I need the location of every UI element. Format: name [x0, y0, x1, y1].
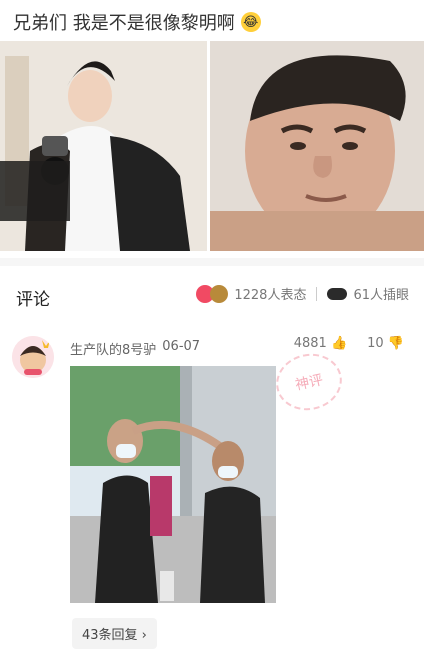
post-image-right[interactable]: [210, 41, 424, 251]
post-image-right-art: [210, 41, 424, 251]
section-separator: [0, 258, 424, 266]
comments-stats[interactable]: 1228人表态 61人插眼: [196, 284, 409, 303]
post-title-text: 兄弟们 我是不是很像黎明啊: [13, 13, 235, 34]
viewers-count: 61人插眼: [353, 288, 409, 303]
comment-image[interactable]: [70, 366, 276, 603]
dislike-count: 10: [367, 336, 384, 351]
rolling-laughing-icon: 😂: [240, 12, 261, 32]
post-image-left[interactable]: [0, 41, 207, 251]
replies-label: 43条回复 ›: [82, 628, 147, 643]
replies-button[interactable]: 43条回复 ›: [72, 618, 157, 649]
eyes-icon: [327, 287, 348, 300]
avatar[interactable]: [12, 336, 54, 378]
post-title: 兄弟们 我是不是很像黎明啊 😂: [13, 9, 261, 35]
comment-date: 06-07: [162, 339, 201, 354]
god-comment-stamp: 神评: [270, 347, 348, 417]
comment-image-art: [70, 366, 276, 603]
stats-divider: [316, 286, 318, 301]
comment-meta: 生产队的8号驴 06-07: [70, 339, 200, 358]
comment-actions: 4881 👍 10 👎: [294, 336, 404, 351]
dislike-button[interactable]: 10 👎: [367, 336, 404, 351]
thumb-up-icon: 👍: [330, 336, 348, 351]
avatar-art: [12, 336, 54, 378]
comment-item: 生产队的8号驴 06-07 4881 👍 10 👎 神评 43条回复 ›: [0, 326, 424, 649]
comments-title: 评论: [16, 290, 50, 310]
like-button[interactable]: 4881 👍: [294, 336, 347, 351]
comment-username[interactable]: 生产队的8号驴: [70, 339, 156, 358]
stamp-text: 神评: [293, 372, 325, 394]
hat-reaction-icon: [210, 284, 229, 303]
thumb-down-icon: 👎: [387, 336, 404, 351]
like-count: 4881: [293, 336, 327, 351]
reactions-count: 1228人表态: [234, 288, 307, 303]
post-image-left-art: [0, 41, 207, 251]
comments-header: 评论 1228人表态 61人插眼: [0, 276, 424, 314]
